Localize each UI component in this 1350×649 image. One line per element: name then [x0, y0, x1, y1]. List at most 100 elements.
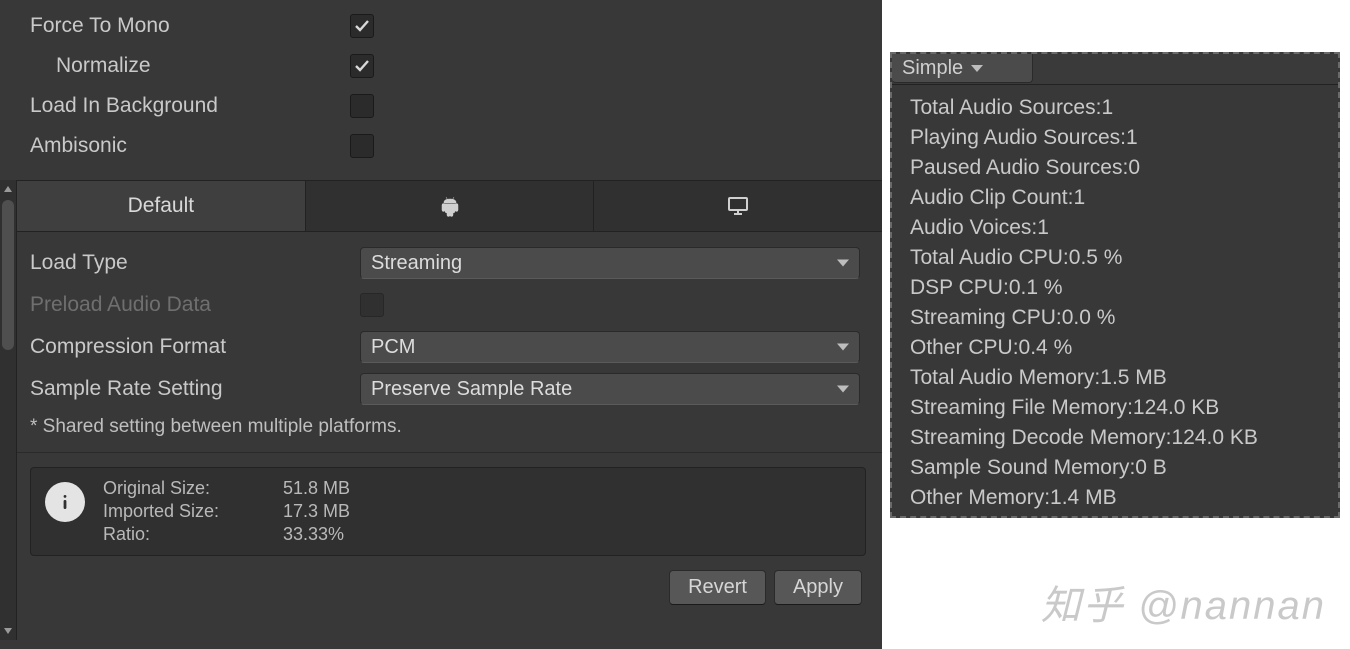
- load-in-background-label: Load In Background: [30, 94, 350, 118]
- profiler-row-key: Audio Voices: [910, 213, 1037, 243]
- size-info-box: Original Size: 51.8 MB Imported Size: 17…: [30, 467, 866, 556]
- profiler-row: Other CPU0.4 %: [910, 333, 1328, 363]
- profiler-row-value: 124.0 KB: [1171, 423, 1257, 453]
- profiler-row-value: 0.0 %: [1062, 303, 1116, 333]
- scroll-up-icon: [4, 186, 12, 192]
- profiler-header: Simple: [892, 54, 1338, 85]
- profiler-row: Playing Audio Sources1: [910, 123, 1328, 153]
- sample-rate-setting-value: Preserve Sample Rate: [371, 378, 572, 401]
- profiler-row: Streaming File Memory124.0 KB: [910, 393, 1328, 423]
- profiler-row-key: Sample Sound Memory: [910, 453, 1135, 483]
- row-load-in-background: Load In Background: [0, 86, 882, 126]
- ratio-value: 33.33%: [283, 524, 350, 545]
- profiler-row-value: 1.4 MB: [1050, 483, 1117, 513]
- platform-tab-bar: Default: [0, 180, 882, 232]
- profiler-row-value: 1: [1073, 183, 1085, 213]
- android-icon: [438, 194, 462, 218]
- scroll-down-icon: [4, 628, 12, 634]
- revert-button[interactable]: Revert: [669, 570, 766, 605]
- normalize-label: Normalize: [56, 54, 350, 78]
- profiler-row: Audio Clip Count1: [910, 183, 1328, 213]
- compression-format-value: PCM: [371, 336, 415, 359]
- tab-default[interactable]: Default: [17, 181, 306, 231]
- compression-format-dropdown[interactable]: PCM: [360, 331, 860, 363]
- tab-standalone[interactable]: [594, 181, 882, 231]
- divider: [0, 452, 882, 467]
- row-compression-format: Compression Format PCM: [30, 326, 866, 368]
- row-sample-rate-setting: Sample Rate Setting Preserve Sample Rate: [30, 368, 866, 410]
- revert-button-label: Revert: [688, 576, 747, 598]
- audio-import-inspector: Force To Mono Normalize Load In Backgrou…: [0, 0, 882, 649]
- sample-rate-setting-label: Sample Rate Setting: [30, 377, 360, 401]
- ambisonic-label: Ambisonic: [30, 134, 350, 158]
- profiler-row-value: 124.0 KB: [1133, 393, 1219, 423]
- load-in-background-checkbox[interactable]: [350, 94, 374, 118]
- check-icon: [354, 58, 370, 74]
- load-type-value: Streaming: [371, 252, 462, 275]
- force-to-mono-label: Force To Mono: [30, 14, 350, 38]
- apply-button[interactable]: Apply: [774, 570, 862, 605]
- normalize-checkbox[interactable]: [350, 54, 374, 78]
- profiler-row-value: 1: [1037, 213, 1049, 243]
- inspector-scrollbar[interactable]: [0, 180, 17, 640]
- tab-android[interactable]: [306, 181, 595, 231]
- profiler-row-value: 1: [1101, 93, 1113, 123]
- imported-size-value: 17.3 MB: [283, 501, 350, 522]
- size-info-grid: Original Size: 51.8 MB Imported Size: 17…: [103, 478, 350, 545]
- row-preload-audio-data: Preload Audio Data: [30, 284, 866, 326]
- profiler-row: Streaming Decode Memory124.0 KB: [910, 423, 1328, 453]
- row-ambisonic: Ambisonic: [0, 126, 882, 166]
- profiler-row-key: Streaming Decode Memory: [910, 423, 1171, 453]
- profiler-row: Sample Sound Memory0 B: [910, 453, 1328, 483]
- profiler-row-key: Audio Clip Count: [910, 183, 1073, 213]
- profiler-row: DSP CPU0.1 %: [910, 273, 1328, 303]
- imported-size-label: Imported Size:: [103, 501, 283, 522]
- ambisonic-checkbox[interactable]: [350, 134, 374, 158]
- watermark: 知乎 @nannan: [1041, 573, 1326, 631]
- profiler-row-key: Streaming CPU: [910, 303, 1062, 333]
- profiler-row-value: 0: [1128, 153, 1140, 183]
- load-type-dropdown[interactable]: Streaming: [360, 247, 860, 279]
- profiler-row-key: Other CPU: [910, 333, 1019, 363]
- compression-format-label: Compression Format: [30, 335, 360, 359]
- load-type-label: Load Type: [30, 251, 360, 275]
- profiler-row-value: 1.5 MB: [1100, 363, 1167, 393]
- profiler-row-key: Playing Audio Sources: [910, 123, 1126, 153]
- profiler-row: Total Audio Sources1: [910, 93, 1328, 123]
- preload-audio-data-checkbox[interactable]: [360, 293, 384, 317]
- info-icon: [45, 482, 85, 522]
- row-load-type: Load Type Streaming: [30, 242, 866, 284]
- apply-revert-bar: Revert Apply: [0, 556, 882, 619]
- profiler-row: Other Memory1.4 MB: [910, 483, 1328, 513]
- profiler-row: Paused Audio Sources0: [910, 153, 1328, 183]
- shared-setting-note: * Shared setting between multiple platfo…: [0, 410, 882, 452]
- profiler-mode-value: Simple: [902, 57, 963, 80]
- tab-default-label: Default: [128, 194, 195, 218]
- apply-button-label: Apply: [793, 576, 843, 598]
- check-icon: [354, 18, 370, 34]
- profiler-row: Streaming CPU0.0 %: [910, 303, 1328, 333]
- platform-settings: Load Type Streaming Preload Audio Data C…: [0, 232, 882, 410]
- chevron-down-icon: [971, 65, 983, 72]
- profiler-row: Audio Voices1: [910, 213, 1328, 243]
- chevron-down-icon: [837, 260, 849, 267]
- profiler-row-key: Paused Audio Sources: [910, 153, 1128, 183]
- profiler-row-key: Streaming File Memory: [910, 393, 1133, 423]
- chevron-down-icon: [837, 344, 849, 351]
- profiler-row: Total Audio Memory1.5 MB: [910, 363, 1328, 393]
- scroll-thumb[interactable]: [2, 200, 14, 350]
- sample-rate-setting-dropdown[interactable]: Preserve Sample Rate: [360, 373, 860, 405]
- profiler-row-key: Total Audio CPU: [910, 243, 1069, 273]
- chevron-down-icon: [837, 386, 849, 393]
- profiler-row-value: 0 B: [1135, 453, 1167, 483]
- profiler-row-key: Other Memory: [910, 483, 1050, 513]
- profiler-row: Total Audio CPU0.5 %: [910, 243, 1328, 273]
- profiler-mode-dropdown[interactable]: Simple: [892, 54, 1033, 83]
- profiler-row-value: 0.4 %: [1019, 333, 1073, 363]
- original-size-value: 51.8 MB: [283, 478, 350, 499]
- ratio-label: Ratio:: [103, 524, 283, 545]
- profiler-row-key: DSP CPU: [910, 273, 1009, 303]
- audio-profiler-panel: Simple Total Audio Sources1Playing Audio…: [890, 52, 1340, 518]
- force-to-mono-checkbox[interactable]: [350, 14, 374, 38]
- profiler-row-value: 1: [1126, 123, 1138, 153]
